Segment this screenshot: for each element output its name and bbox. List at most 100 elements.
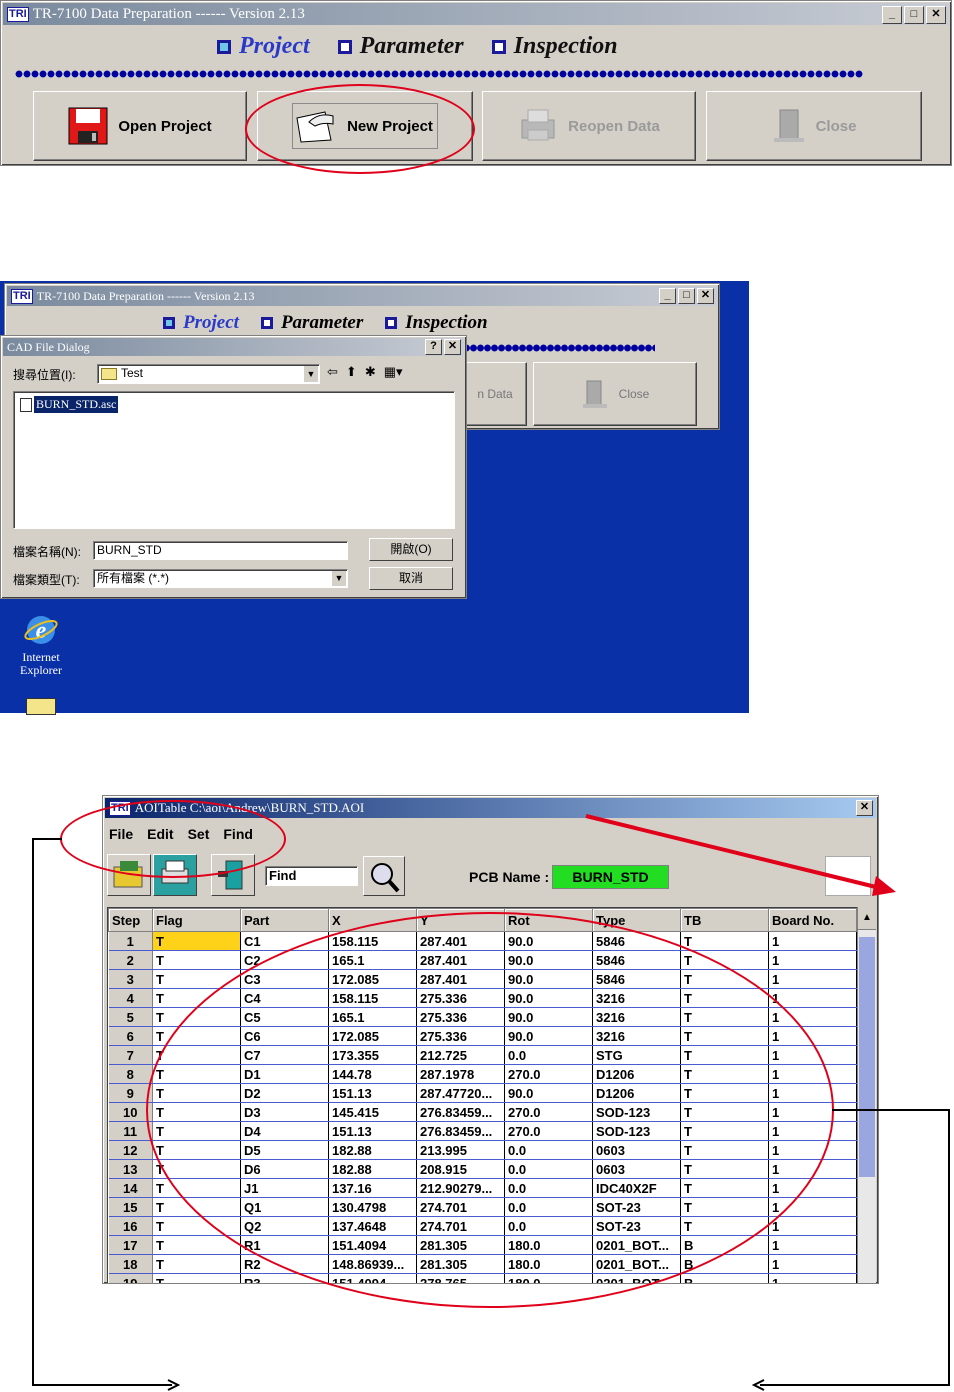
table-cell[interactable]: 1 [768, 1254, 857, 1274]
dropdown-arrow-icon: ▼ [304, 366, 318, 382]
highlight-ellipse-new-project [245, 84, 475, 174]
dotted-divider [15, 69, 863, 79]
table-cell[interactable]: 1 [768, 1235, 857, 1255]
internet-explorer-shortcut[interactable]: e Internet Explorer [14, 612, 68, 677]
column-header[interactable]: TB [680, 908, 769, 932]
column-header[interactable]: Flag [152, 908, 241, 932]
tab-parameter-2[interactable]: Parameter [260, 312, 363, 334]
dialog-close-button[interactable]: ✕ [444, 339, 461, 355]
table-cell[interactable]: 1 [768, 950, 857, 970]
find-button[interactable] [363, 856, 405, 896]
project-checkbox-icon-2 [163, 317, 175, 329]
printer-icon [521, 109, 555, 141]
table-cell[interactable]: 19 [108, 1273, 153, 1283]
open-project-button[interactable]: Open Project [33, 91, 247, 161]
table-cell[interactable]: 1 [768, 1273, 857, 1283]
highlight-ellipse-menu [60, 800, 286, 878]
maximize-button[interactable]: □ [904, 6, 924, 24]
tab-project[interactable]: Project [217, 33, 310, 60]
table-cell[interactable]: 13 [108, 1159, 153, 1179]
find-input[interactable]: Find [265, 866, 358, 886]
reopen-data-button[interactable]: Reopen Data [482, 91, 696, 161]
title-bar: TRI TR-7100 Data Preparation ------ Vers… [3, 3, 949, 25]
view-menu-icon[interactable]: ▦▾ [384, 364, 403, 380]
table-cell[interactable]: T [152, 950, 241, 970]
door-icon-2 [582, 380, 607, 408]
table-cell[interactable]: 5 [108, 1007, 153, 1027]
window-title: TR-7100 Data Preparation ------ Version … [32, 5, 305, 22]
table-cell[interactable]: 1 [768, 969, 857, 989]
lookin-select[interactable]: Test ▼ [97, 364, 320, 384]
table-cell[interactable]: 16 [108, 1216, 153, 1236]
tab-inspection-2[interactable]: Inspection [385, 312, 488, 334]
arrow-head-left [167, 1379, 180, 1391]
new-folder-icon[interactable]: ✱ [365, 364, 376, 380]
desktop-shortcut-icon[interactable] [26, 698, 56, 715]
table-cell[interactable]: T [152, 1273, 241, 1283]
vertical-scrollbar[interactable]: ▲ [857, 907, 876, 1283]
main-window-1: TRI TR-7100 Data Preparation ------ Vers… [0, 0, 952, 166]
reopen-data-button-partial[interactable]: n Data [463, 362, 527, 426]
filename-input[interactable]: BURN_STD [93, 541, 348, 560]
connector-right-vertical [948, 1109, 950, 1386]
table-cell[interactable]: 18 [108, 1254, 153, 1274]
table-cell[interactable]: 17 [108, 1235, 153, 1255]
table-cell[interactable]: 4 [108, 988, 153, 1008]
table-cell[interactable]: 8 [108, 1064, 153, 1084]
parameter-checkbox-icon-2 [260, 317, 273, 329]
table-cell[interactable]: 11 [108, 1121, 153, 1141]
title-bar-2: TRI TR-7100 Data Preparation ------ Vers… [7, 286, 717, 306]
highlight-ellipse-table [146, 912, 834, 1308]
filetype-select[interactable]: 所有檔案 (*.*) ▼ [93, 569, 348, 588]
close-button-2[interactable]: Close [533, 362, 697, 426]
lookin-label: 搜尋位置(I): [13, 368, 76, 382]
floppy-disk-icon [68, 107, 108, 145]
project-checkbox-icon [217, 39, 231, 54]
table-cell[interactable]: T [680, 931, 769, 951]
cancel-button[interactable]: 取消 [369, 567, 453, 590]
minimize-button-2[interactable]: _ [659, 288, 676, 304]
close-window-button-2[interactable]: ✕ [697, 288, 714, 304]
internet-explorer-icon: e [24, 616, 58, 644]
connector-left-vertical [32, 838, 34, 1386]
column-header[interactable]: Step [108, 908, 153, 932]
tab-parameter[interactable]: Parameter [337, 33, 464, 60]
tab-project-2[interactable]: Project [163, 312, 239, 334]
table-cell[interactable]: 1 [768, 931, 857, 951]
table-cell[interactable]: T [152, 1254, 241, 1274]
dotted-divider-2 [463, 344, 655, 352]
file-item[interactable]: BURN_STD.asc [20, 396, 119, 413]
table-cell[interactable]: 1 [108, 931, 153, 951]
scroll-thumb[interactable] [859, 937, 875, 1177]
help-button[interactable]: ? [425, 339, 442, 355]
table-cell[interactable]: T [152, 931, 241, 951]
magnifier-icon [371, 863, 400, 893]
close-window-button[interactable]: ✕ [926, 6, 946, 24]
table-cell[interactable]: 15 [108, 1197, 153, 1217]
file-list[interactable]: BURN_STD.asc [13, 391, 455, 529]
column-header[interactable]: Part [240, 908, 329, 932]
up-folder-icon[interactable]: ⬆ [346, 364, 357, 380]
scroll-up-arrow-icon[interactable]: ▲ [858, 907, 876, 930]
open-button[interactable]: 開啟(O) [369, 538, 453, 561]
connector-right-bottom [760, 1384, 950, 1386]
back-icon[interactable]: ⇦ [327, 364, 338, 380]
tab-inspection[interactable]: Inspection [491, 33, 618, 60]
maximize-button-2[interactable]: □ [678, 288, 695, 304]
file-icon [20, 397, 32, 412]
mode-tabs-2: Project Parameter Inspection [163, 312, 488, 334]
table-cell[interactable]: B [680, 1273, 769, 1283]
table-cell[interactable]: 2 [108, 950, 153, 970]
dialog-toolbar: ⇦ ⬆ ✱ ▦▾ [327, 364, 403, 380]
dialog-title-bar: CAD File Dialog ? ✕ [3, 338, 464, 356]
filetype-label: 檔案類型(T): [13, 573, 80, 587]
table-cell[interactable]: 14 [108, 1178, 153, 1198]
table-cell[interactable]: 1 [768, 1216, 857, 1236]
table-cell[interactable]: 7 [108, 1045, 153, 1065]
close-button[interactable]: Close [706, 91, 922, 161]
column-header[interactable]: Board No. [768, 908, 857, 932]
table-cell[interactable]: 12 [108, 1140, 153, 1160]
minimize-button[interactable]: _ [882, 6, 902, 24]
table-cell[interactable]: 6 [108, 1026, 153, 1046]
table-cell[interactable]: 3 [108, 969, 153, 989]
